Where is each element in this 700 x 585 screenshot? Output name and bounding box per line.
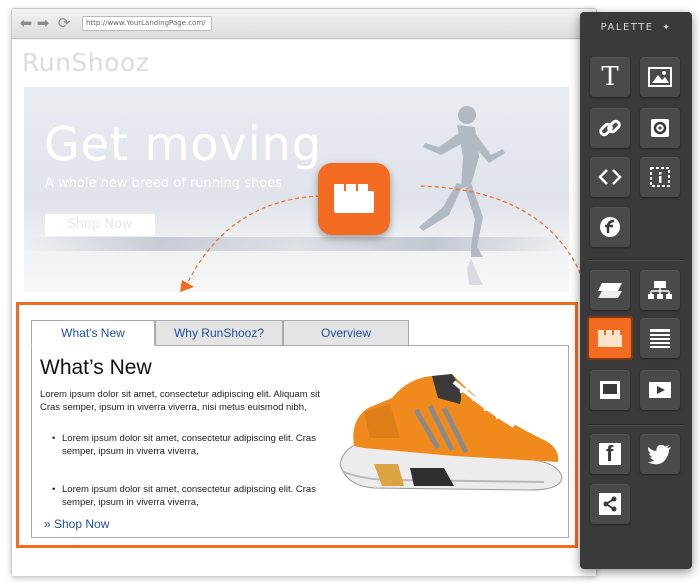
- palette-panel: PALETTE ✦ T f: [580, 12, 692, 569]
- layers-icon: [598, 283, 622, 298]
- video-play-icon: [649, 382, 671, 398]
- window-tool-button[interactable]: [590, 370, 630, 410]
- hero-shop-now-button[interactable]: Shop Now: [45, 214, 155, 236]
- sitemap-tool-button[interactable]: [640, 270, 680, 310]
- url-field[interactable]: http://www.YourLandingPage.com/: [82, 16, 212, 31]
- tab-panel: What’s New Lorem ipsum dolor sit amet, c…: [31, 345, 569, 538]
- panel-paragraph: Lorem ipsum dolor sit amet, consectetur …: [40, 389, 320, 413]
- shop-now-link[interactable]: » Shop Now: [44, 517, 109, 531]
- twitter-tool-button[interactable]: [640, 434, 680, 474]
- dragged-tabs-component-icon[interactable]: [318, 163, 390, 235]
- gear-icon: [651, 119, 669, 137]
- share-tool-button[interactable]: [590, 484, 630, 524]
- window-icon: [600, 381, 620, 399]
- tab-overview[interactable]: Overview: [283, 320, 409, 346]
- placeholder-tool-button[interactable]: [640, 157, 680, 197]
- hero-title: Get moving: [44, 117, 322, 171]
- text-block-tool-button[interactable]: [640, 318, 680, 358]
- code-tool-button[interactable]: [590, 157, 630, 197]
- text-lines-icon: [650, 329, 670, 348]
- forward-arrow-icon[interactable]: ➡: [35, 15, 51, 31]
- layers-tool-button[interactable]: [590, 270, 630, 310]
- palette-divider: [588, 259, 684, 260]
- panel-title: What’s New: [40, 356, 152, 379]
- tab-why-runshooz[interactable]: Why RunShooz?: [155, 320, 283, 346]
- text-icon: T: [601, 62, 619, 92]
- share-icon: [599, 493, 621, 515]
- list-item: Lorem ipsum dolor sit amet, consectetur …: [52, 432, 322, 458]
- reload-icon[interactable]: ⟳: [56, 15, 72, 31]
- facebook-tool-button[interactable]: f: [590, 434, 630, 474]
- palette-divider: [588, 424, 684, 425]
- pin-icon[interactable]: ✦: [662, 23, 671, 33]
- site-logo: RunShooz: [22, 48, 150, 77]
- video-tool-button[interactable]: [640, 370, 680, 410]
- list-item: Lorem ipsum dolor sit amet, consectetur …: [52, 483, 322, 509]
- sitemap-icon: [648, 281, 672, 299]
- runner-silhouette: [419, 106, 505, 285]
- flash-tool-button[interactable]: [590, 207, 630, 247]
- tabs-icon: [598, 330, 622, 347]
- tabs-tool-button[interactable]: [587, 316, 633, 360]
- tab-bar: What's New Why RunShooz? Overview: [31, 320, 411, 346]
- settings-tool-button[interactable]: [640, 108, 680, 148]
- palette-header: PALETTE ✦: [580, 22, 692, 33]
- code-icon: [598, 169, 622, 185]
- tabs-widget-highlight[interactable]: What's New Why RunShooz? Overview What’s…: [16, 302, 578, 548]
- image-tool-button[interactable]: [640, 57, 680, 97]
- running-shoe-image: [339, 369, 563, 491]
- dotted-frame-icon: [650, 167, 670, 187]
- browser-toolbar: ⬅ ➡ ⟳ http://www.YourLandingPage.com/: [12, 9, 596, 39]
- link-icon: [599, 119, 621, 137]
- twitter-icon: [647, 444, 671, 465]
- text-tool-button[interactable]: T: [590, 57, 630, 97]
- hero-subtitle: A whole new breed of running shoes: [45, 176, 282, 191]
- image-icon: [648, 67, 672, 87]
- tab-whats-new[interactable]: What's New: [31, 320, 155, 346]
- link-tool-button[interactable]: [590, 108, 630, 148]
- flash-icon: [600, 217, 620, 237]
- palette-title: PALETTE: [600, 22, 654, 33]
- hero-banner: Get moving A whole new breed of running …: [24, 87, 569, 292]
- facebook-letter: f: [606, 441, 614, 466]
- back-arrow-icon[interactable]: ⬅: [18, 15, 34, 31]
